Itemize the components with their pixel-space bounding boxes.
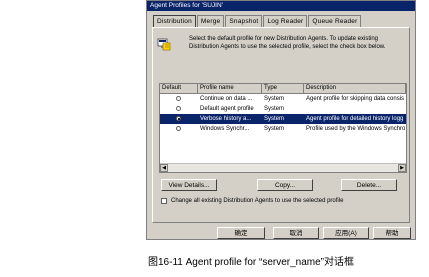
agent-profiles-dialog: Agent Profiles for 'SUJIN' Distribution … bbox=[146, 0, 416, 240]
tab-strip: Distribution Merge Snapshot Log Reader Q… bbox=[153, 15, 362, 28]
horizontal-scrollbar[interactable]: ◀ ▶ bbox=[160, 163, 406, 172]
column-header-default[interactable]: Default bbox=[160, 84, 198, 93]
profiles-table: Default Profile name Type Description Co… bbox=[159, 83, 407, 173]
delete-button[interactable]: Delete... bbox=[341, 179, 397, 191]
tab-log-reader[interactable]: Log Reader bbox=[263, 15, 308, 27]
type-cell: System bbox=[264, 126, 285, 132]
table-header: Default Profile name Type Description bbox=[160, 84, 406, 94]
default-radio-checked[interactable] bbox=[176, 116, 181, 121]
tab-snapshot[interactable]: Snapshot bbox=[225, 15, 263, 27]
profile-name-cell: Continue on data ... bbox=[200, 96, 253, 102]
help-button[interactable]: 帮助 bbox=[373, 227, 411, 239]
description-cell bbox=[304, 104, 406, 114]
column-header-description[interactable]: Description bbox=[304, 84, 406, 93]
copy-button[interactable]: Copy... bbox=[257, 179, 313, 191]
dialog-title: Agent Profiles for 'SUJIN' bbox=[147, 1, 415, 11]
description-cell: Profile used by the Windows Synchro bbox=[306, 126, 406, 132]
cancel-button[interactable]: 取消 bbox=[273, 227, 319, 239]
tab-merge[interactable]: Merge bbox=[196, 15, 225, 27]
profile-name-cell: Default agent profile bbox=[200, 106, 254, 112]
view-details-button[interactable]: View Details... bbox=[161, 179, 217, 191]
default-radio[interactable] bbox=[176, 96, 181, 101]
type-cell: System bbox=[264, 106, 285, 112]
column-header-profile-name[interactable]: Profile name bbox=[198, 84, 262, 93]
description-text: Select the default profile for new Distr… bbox=[189, 36, 386, 50]
profile-name-cell: Windows Synchr... bbox=[200, 126, 250, 132]
type-cell: System bbox=[264, 116, 285, 122]
default-radio[interactable] bbox=[176, 126, 181, 131]
table-row[interactable]: Windows Synchr... System Profile used by… bbox=[160, 124, 406, 134]
apply-button[interactable]: 应用(A) bbox=[323, 227, 369, 239]
profile-name-cell: Verbose history a... bbox=[200, 116, 252, 122]
table-row[interactable]: Default agent profile System bbox=[160, 104, 406, 114]
change-all-checkbox-label: Change all existing Distribution Agents … bbox=[171, 198, 344, 204]
column-header-type[interactable]: Type bbox=[262, 84, 304, 93]
tab-queue-reader[interactable]: Queue Reader bbox=[308, 15, 362, 27]
scroll-right-icon[interactable]: ▶ bbox=[398, 164, 406, 172]
table-row-selected[interactable]: Verbose history a... System Agent profil… bbox=[160, 114, 406, 124]
default-radio[interactable] bbox=[176, 106, 181, 111]
description-cell: Agent profile for skipping data consis bbox=[306, 96, 405, 102]
description-cell: Agent profile for detailed history logg bbox=[306, 116, 404, 122]
table-row[interactable]: Continue on data ... System Agent profil… bbox=[160, 94, 406, 104]
figure-caption: 图16-11 Agent profile for “server_name”对话… bbox=[148, 257, 355, 268]
ok-button[interactable]: 确定 bbox=[217, 227, 265, 239]
type-cell: System bbox=[264, 96, 285, 102]
change-all-checkbox[interactable] bbox=[161, 198, 167, 204]
agent-profile-icon bbox=[157, 38, 171, 51]
scroll-left-icon[interactable]: ◀ bbox=[160, 164, 168, 172]
